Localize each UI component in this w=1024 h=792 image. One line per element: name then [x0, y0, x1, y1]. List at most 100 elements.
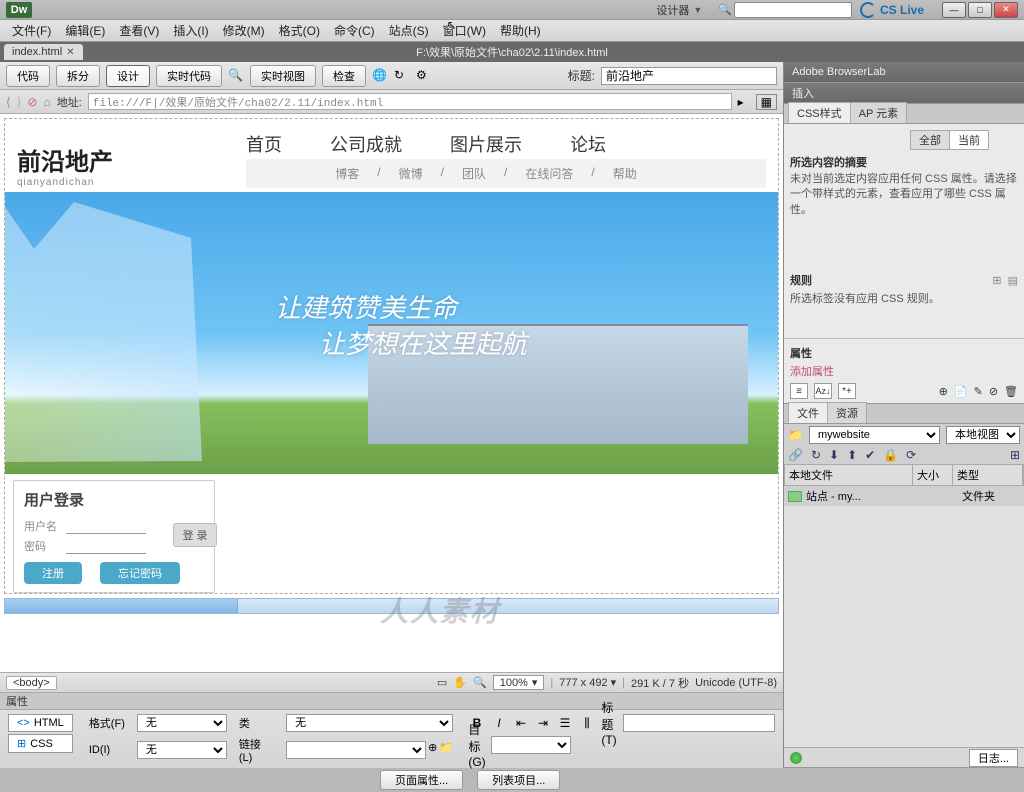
menu-format[interactable]: 格式(O) — [273, 19, 326, 42]
canvas-dimensions[interactable]: 777 x 492 ▾ — [559, 676, 616, 689]
ruler-icon[interactable]: ▦ — [756, 94, 777, 110]
az-sort-icon[interactable]: Az↓ — [814, 383, 832, 399]
stop-icon[interactable]: ⊘ — [27, 95, 37, 109]
add-property-link[interactable]: 添加属性 — [790, 363, 1018, 379]
show-category-icon[interactable]: ≡ — [790, 383, 808, 399]
page-content[interactable]: 前沿地产 qianyandichan 首页 公司成就 图片展示 论坛 博客/ 微… — [4, 118, 779, 594]
register-button[interactable]: 注册 — [24, 562, 82, 584]
home-icon[interactable]: ⌂ — [43, 95, 50, 109]
nav-achieve[interactable]: 公司成就 — [330, 131, 402, 157]
nav-forum[interactable]: 论坛 — [570, 131, 606, 157]
edit-rule-icon[interactable]: ✎ — [974, 385, 983, 398]
view-select[interactable]: 本地视图 — [946, 426, 1020, 444]
sync-icon[interactable]: ⟳ — [906, 448, 916, 462]
close-tab-icon[interactable]: ✕ — [66, 47, 74, 58]
insert-panel-header[interactable]: 插入 — [784, 83, 1024, 103]
log-button[interactable]: 日志... — [969, 749, 1018, 767]
address-input[interactable] — [88, 93, 732, 110]
connect-icon[interactable]: 🔗 — [788, 448, 803, 462]
browserlab-panel-header[interactable]: Adobe BrowserLab — [784, 62, 1024, 82]
page-title-field[interactable] — [601, 67, 777, 85]
document-tab[interactable]: index.html✕ — [4, 44, 83, 60]
zoom-tool-icon[interactable]: 🔍 — [473, 676, 487, 689]
css-mode-button[interactable]: ⊞CSS — [8, 734, 73, 753]
expand-icon[interactable]: ⊞ — [1010, 448, 1020, 462]
menu-command[interactable]: 命令(C) — [328, 19, 381, 42]
refresh-files-icon[interactable]: ↻ — [811, 448, 821, 462]
title2-input[interactable] — [623, 714, 775, 732]
menu-modify[interactable]: 修改(M) — [217, 19, 271, 42]
inspect-icon[interactable]: 🔍 — [228, 68, 244, 84]
menu-file[interactable]: 文件(F) — [6, 19, 57, 42]
horizontal-scrollbar[interactable] — [4, 598, 779, 614]
outdent-icon[interactable]: ⇤ — [513, 715, 529, 731]
check-button[interactable]: 检查 — [322, 65, 366, 87]
page-properties-button[interactable]: 页面属性... — [380, 770, 463, 790]
ul-icon[interactable]: ☰ — [557, 715, 573, 731]
search-icon[interactable]: 🔍 — [710, 1, 734, 18]
get-icon[interactable]: ⬇ — [829, 448, 839, 462]
maximize-button[interactable]: □ — [968, 2, 992, 18]
password-input[interactable] — [66, 539, 146, 554]
indent-icon[interactable]: ⇥ — [535, 715, 551, 731]
menu-window[interactable]: 窗口(W)↖ — [437, 19, 492, 42]
globe-icon[interactable] — [790, 752, 802, 764]
ol-icon[interactable]: ⫼ — [579, 715, 595, 731]
link-select[interactable] — [286, 741, 426, 759]
set-props-icon[interactable]: *+ — [838, 383, 856, 399]
zoom-level[interactable]: 100%▾ — [493, 675, 545, 690]
properties-title[interactable]: 属性 — [0, 693, 783, 710]
site-select[interactable]: mywebsite — [809, 426, 940, 444]
menu-view[interactable]: 查看(V) — [113, 19, 165, 42]
css-styles-tab[interactable]: CSS样式 — [788, 102, 851, 123]
menu-site[interactable]: 站点(S) — [383, 19, 435, 42]
files-tab[interactable]: 文件 — [788, 402, 828, 423]
username-input[interactable] — [66, 519, 146, 534]
file-tree-root[interactable]: 站点 - my... 文件夹 — [784, 486, 1024, 506]
class-select[interactable]: 无 — [286, 714, 453, 732]
delete-rule-icon[interactable]: 🗑 — [1004, 385, 1018, 398]
menu-edit[interactable]: 编辑(E) — [59, 19, 111, 42]
workspace-switcher[interactable]: 设计器▼ — [648, 0, 710, 20]
new-rule-icon[interactable]: 📄 — [954, 385, 968, 398]
current-rules-tab[interactable]: 当前 — [949, 130, 989, 150]
menu-insert[interactable]: 插入(I) — [167, 19, 214, 42]
live-view-button[interactable]: 实时视图 — [250, 65, 316, 87]
hand-tool-icon[interactable]: ✋ — [453, 676, 467, 689]
tag-selector[interactable]: <body> — [6, 676, 57, 690]
forgot-button[interactable]: 忘记密码 — [100, 562, 180, 584]
split-view-button[interactable]: 拆分 — [56, 65, 100, 87]
html-mode-button[interactable]: <>HTML — [8, 714, 73, 732]
menu-help[interactable]: 帮助(H) — [494, 19, 547, 42]
cs-live-button[interactable]: CS Live — [852, 0, 932, 20]
design-canvas[interactable]: 前沿地产 qianyandichan 首页 公司成就 图片展示 论坛 博客/ 微… — [0, 114, 783, 672]
select-tool-icon[interactable]: ▭ — [437, 676, 447, 689]
attach-css-icon[interactable]: ⊕ — [939, 385, 948, 398]
back-icon[interactable]: ⟨ — [6, 95, 11, 109]
ap-elements-tab[interactable]: AP 元素 — [850, 102, 908, 123]
checkout-icon[interactable]: ✔ — [865, 448, 875, 462]
design-view-button[interactable]: 设计 — [106, 65, 150, 87]
live-code-button[interactable]: 实时代码 — [156, 65, 222, 87]
target-select[interactable] — [491, 736, 571, 754]
list-items-button[interactable]: 列表项目... — [477, 770, 560, 790]
link-point-icon[interactable]: ⊕ — [428, 741, 437, 759]
cascade-icon[interactable]: ⊞ — [992, 274, 1001, 287]
login-button[interactable]: 登 录 — [173, 523, 217, 547]
nav-gallery[interactable]: 图片展示 — [450, 131, 522, 157]
nav-home[interactable]: 首页 — [246, 131, 282, 157]
options-icon[interactable]: ⚙ — [416, 68, 432, 84]
browser-icon[interactable]: 🌐 — [372, 68, 388, 84]
rules-icon[interactable]: ▤ — [1008, 274, 1018, 287]
all-rules-tab[interactable]: 全部 — [910, 130, 950, 150]
assets-tab[interactable]: 资源 — [827, 402, 867, 423]
search-input[interactable] — [734, 2, 852, 18]
checkin-icon[interactable]: 🔒 — [883, 448, 898, 462]
refresh-icon[interactable]: ↻ — [394, 68, 410, 84]
disable-rule-icon[interactable]: ⊘ — [989, 385, 998, 398]
go-icon[interactable]: ▸ — [738, 95, 744, 109]
code-view-button[interactable]: 代码 — [6, 65, 50, 87]
id-select[interactable]: 无 — [137, 741, 227, 759]
link-browse-icon[interactable]: 📁 — [439, 741, 453, 759]
minimize-button[interactable]: — — [942, 2, 966, 18]
